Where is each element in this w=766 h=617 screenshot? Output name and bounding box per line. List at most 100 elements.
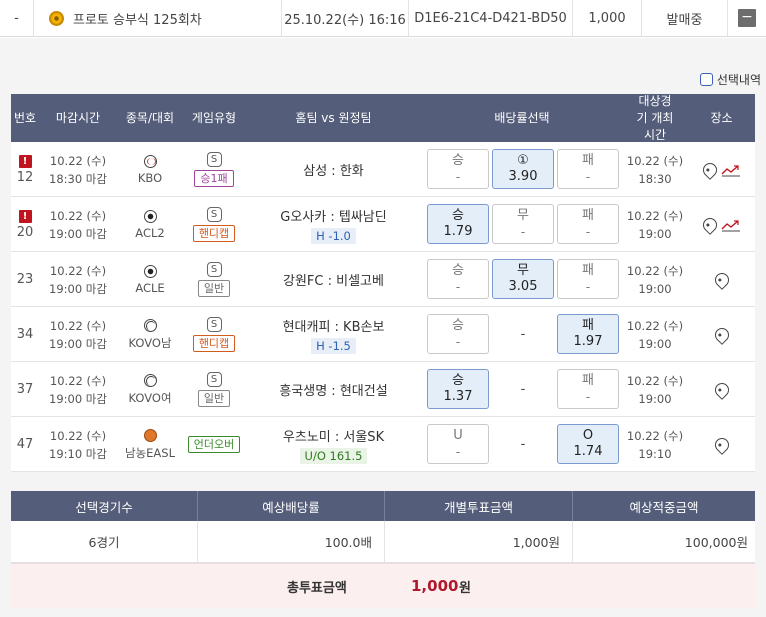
odds-option-button[interactable]: U- [427, 424, 489, 464]
odds-option-label: U [453, 428, 463, 443]
game-no-cell: 34 [11, 307, 39, 362]
odds-option-button[interactable]: 패- [557, 204, 619, 244]
map-pin-icon[interactable] [711, 269, 732, 290]
game-date: 10.22 (수) [626, 428, 684, 443]
game-row: 23 10.22 (수) 19:00 마감 ACLE S 일반 강원FC : 비셀고베 승 - 무… [11, 252, 755, 307]
summary-header-odds: 예상배당률 [198, 491, 385, 521]
trend-chart-icon[interactable] [721, 163, 741, 177]
league-name: KOVO여 [128, 390, 172, 405]
summary-header-stake: 개별투표금액 [385, 491, 573, 521]
odds-option-label: 승 [452, 263, 464, 278]
odds-option-button[interactable]: 승 1.37 [427, 369, 489, 409]
odds-option-label: 승 [452, 208, 464, 223]
game-number: 20 [16, 224, 34, 240]
game-row: 47 10.22 (수) 19:10 마감 남농EASL 언더오버 우츠노미 : 서울SK… [11, 417, 755, 472]
game-no-cell: 23 [11, 252, 39, 307]
map-pin-icon[interactable] [711, 434, 732, 455]
league-name: ACL2 [135, 225, 165, 240]
deadline-cell: 10.22 (수) 19:00 마감 [39, 307, 117, 362]
soccer-ball-icon [143, 264, 157, 278]
game-time: 19:00 [638, 391, 672, 406]
game-time-cell: 10.22 (수) 19:00 [622, 362, 688, 417]
deadline-date: 10.22 (수) [49, 263, 107, 278]
total-stake-row: 총투표금액 1,000 원 [11, 563, 755, 608]
odds-option-button[interactable]: 승 1.79 [427, 204, 489, 244]
handicap-label: U/O 161.5 [299, 447, 368, 464]
game-row: 37 10.22 (수) 19:00 마감 KOVO여 S 일반 흥국생명 : 현대건설 승 1… [11, 362, 755, 417]
odds-option-button[interactable]: ① 3.90 [492, 149, 554, 189]
teams-cell: 삼성 : 한화 [245, 142, 422, 197]
slip-code: D1E6-21C4-D421-BD50 [409, 0, 573, 36]
game-time: 18:30 [638, 171, 672, 186]
header-deadline: 마감시간 [55, 110, 101, 125]
alert-icon: ! [18, 154, 32, 168]
game-type-badge: 승1패 [194, 170, 234, 187]
odds-option-button[interactable]: 무- [492, 204, 554, 244]
map-pin-icon[interactable] [699, 214, 720, 235]
odds-option-label: 패 [582, 153, 594, 168]
deadline-cell: 10.22 (수) 19:10 마감 [39, 417, 117, 472]
teams-cell: 강원FC : 비셀고베 [245, 252, 422, 307]
summary-games: 6경기 [11, 521, 198, 562]
game-time: 19:00 [638, 226, 672, 241]
place-cell [688, 142, 755, 197]
odds-value: 1.74 [573, 444, 603, 459]
trend-chart-icon[interactable] [721, 218, 741, 232]
league-name: ACLE [135, 280, 165, 295]
bet-summary-header: 선택경기수 예상배당률 개별투표금액 예상적중금액 [11, 491, 755, 521]
odds-value: 1.37 [443, 389, 473, 404]
basketball-icon [143, 428, 157, 442]
game-number: 37 [16, 382, 34, 397]
game-type-badge: 일반 [197, 390, 231, 407]
odds-option-label: 승 [452, 373, 464, 388]
header-game-type: 게임유형 [191, 110, 237, 125]
header-teams: 홈팀 vs 원정팀 [295, 110, 372, 125]
odds-option-button[interactable]: 승- [427, 149, 489, 189]
collapse-button[interactable]: − [738, 9, 756, 27]
game-type-badge: 핸디캡 [192, 335, 236, 352]
select-history-checkbox[interactable] [699, 73, 713, 86]
teams-label: 흥국생명 : 현대건설 [279, 384, 388, 399]
volleyball-icon [143, 373, 157, 387]
odds-option-button[interactable]: 패- [557, 369, 619, 409]
teams-cell: 흥국생명 : 현대건설 [245, 362, 422, 417]
odds-option-button[interactable]: 패- [557, 149, 619, 189]
slip-status: 발매중 [642, 0, 728, 36]
odds-option-button[interactable]: 승- [427, 259, 489, 299]
single-bet-badge: S [206, 317, 222, 332]
odds-option-button[interactable]: 무 3.05 [492, 259, 554, 299]
place-cell [688, 362, 755, 417]
odds-option-label: 패 [582, 208, 594, 223]
game-date: 10.22 (수) [626, 373, 684, 388]
deadline-date: 10.22 (수) [49, 373, 107, 388]
odds-option-label: 무 [517, 208, 529, 223]
handicap-label: H -1.5 [311, 337, 356, 354]
deadline-date: 10.22 (수) [49, 428, 107, 443]
map-pin-icon[interactable] [711, 324, 732, 345]
select-history-toggle[interactable]: 선택내역 [699, 71, 761, 88]
teams-cell: 현대캐피 : KB손보 H -1.5 [245, 307, 422, 362]
odds-option-button[interactable]: O 1.74 [557, 424, 619, 464]
game-number: 12 [16, 169, 34, 185]
deadline-time: 19:00 마감 [49, 226, 107, 241]
odds-option-button[interactable]: 패 1.97 [557, 314, 619, 354]
odds-value: - [455, 169, 461, 184]
league-name: KBO [137, 170, 163, 185]
slip-datetime: 25.10.22(수) 16:16 [282, 0, 409, 36]
map-pin-icon[interactable] [711, 379, 732, 400]
game-type-cell: 언더오버 [183, 417, 245, 472]
summary-stake: 1,000원 [385, 521, 573, 562]
teams-label: 삼성 : 한화 [303, 164, 364, 179]
map-pin-icon[interactable] [699, 159, 720, 180]
odds-option-button[interactable]: 승- [427, 314, 489, 354]
game-row: ! 20 10.22 (수) 19:00 마감 ACL2 S 핸디캡 G오사카 : 텝싸남딘 H… [11, 197, 755, 252]
odds-option-button[interactable]: 패- [557, 259, 619, 299]
deadline-date: 10.22 (수) [49, 208, 107, 223]
odds-value: - [585, 389, 591, 404]
games-table-body: ! 12 10.22 (수) 18:30 마감 KBO S 승1패 삼성 : 한화 승 - ① 3.9… [11, 142, 755, 472]
odds-unavailable: - [520, 382, 526, 397]
odds-value: 1.79 [443, 224, 473, 239]
baseball-icon [143, 154, 157, 168]
game-row: ! 12 10.22 (수) 18:30 마감 KBO S 승1패 삼성 : 한화 승 - ① 3.9… [11, 142, 755, 197]
slip-title-cell: 프로토 승부식 125회차 [34, 0, 282, 36]
